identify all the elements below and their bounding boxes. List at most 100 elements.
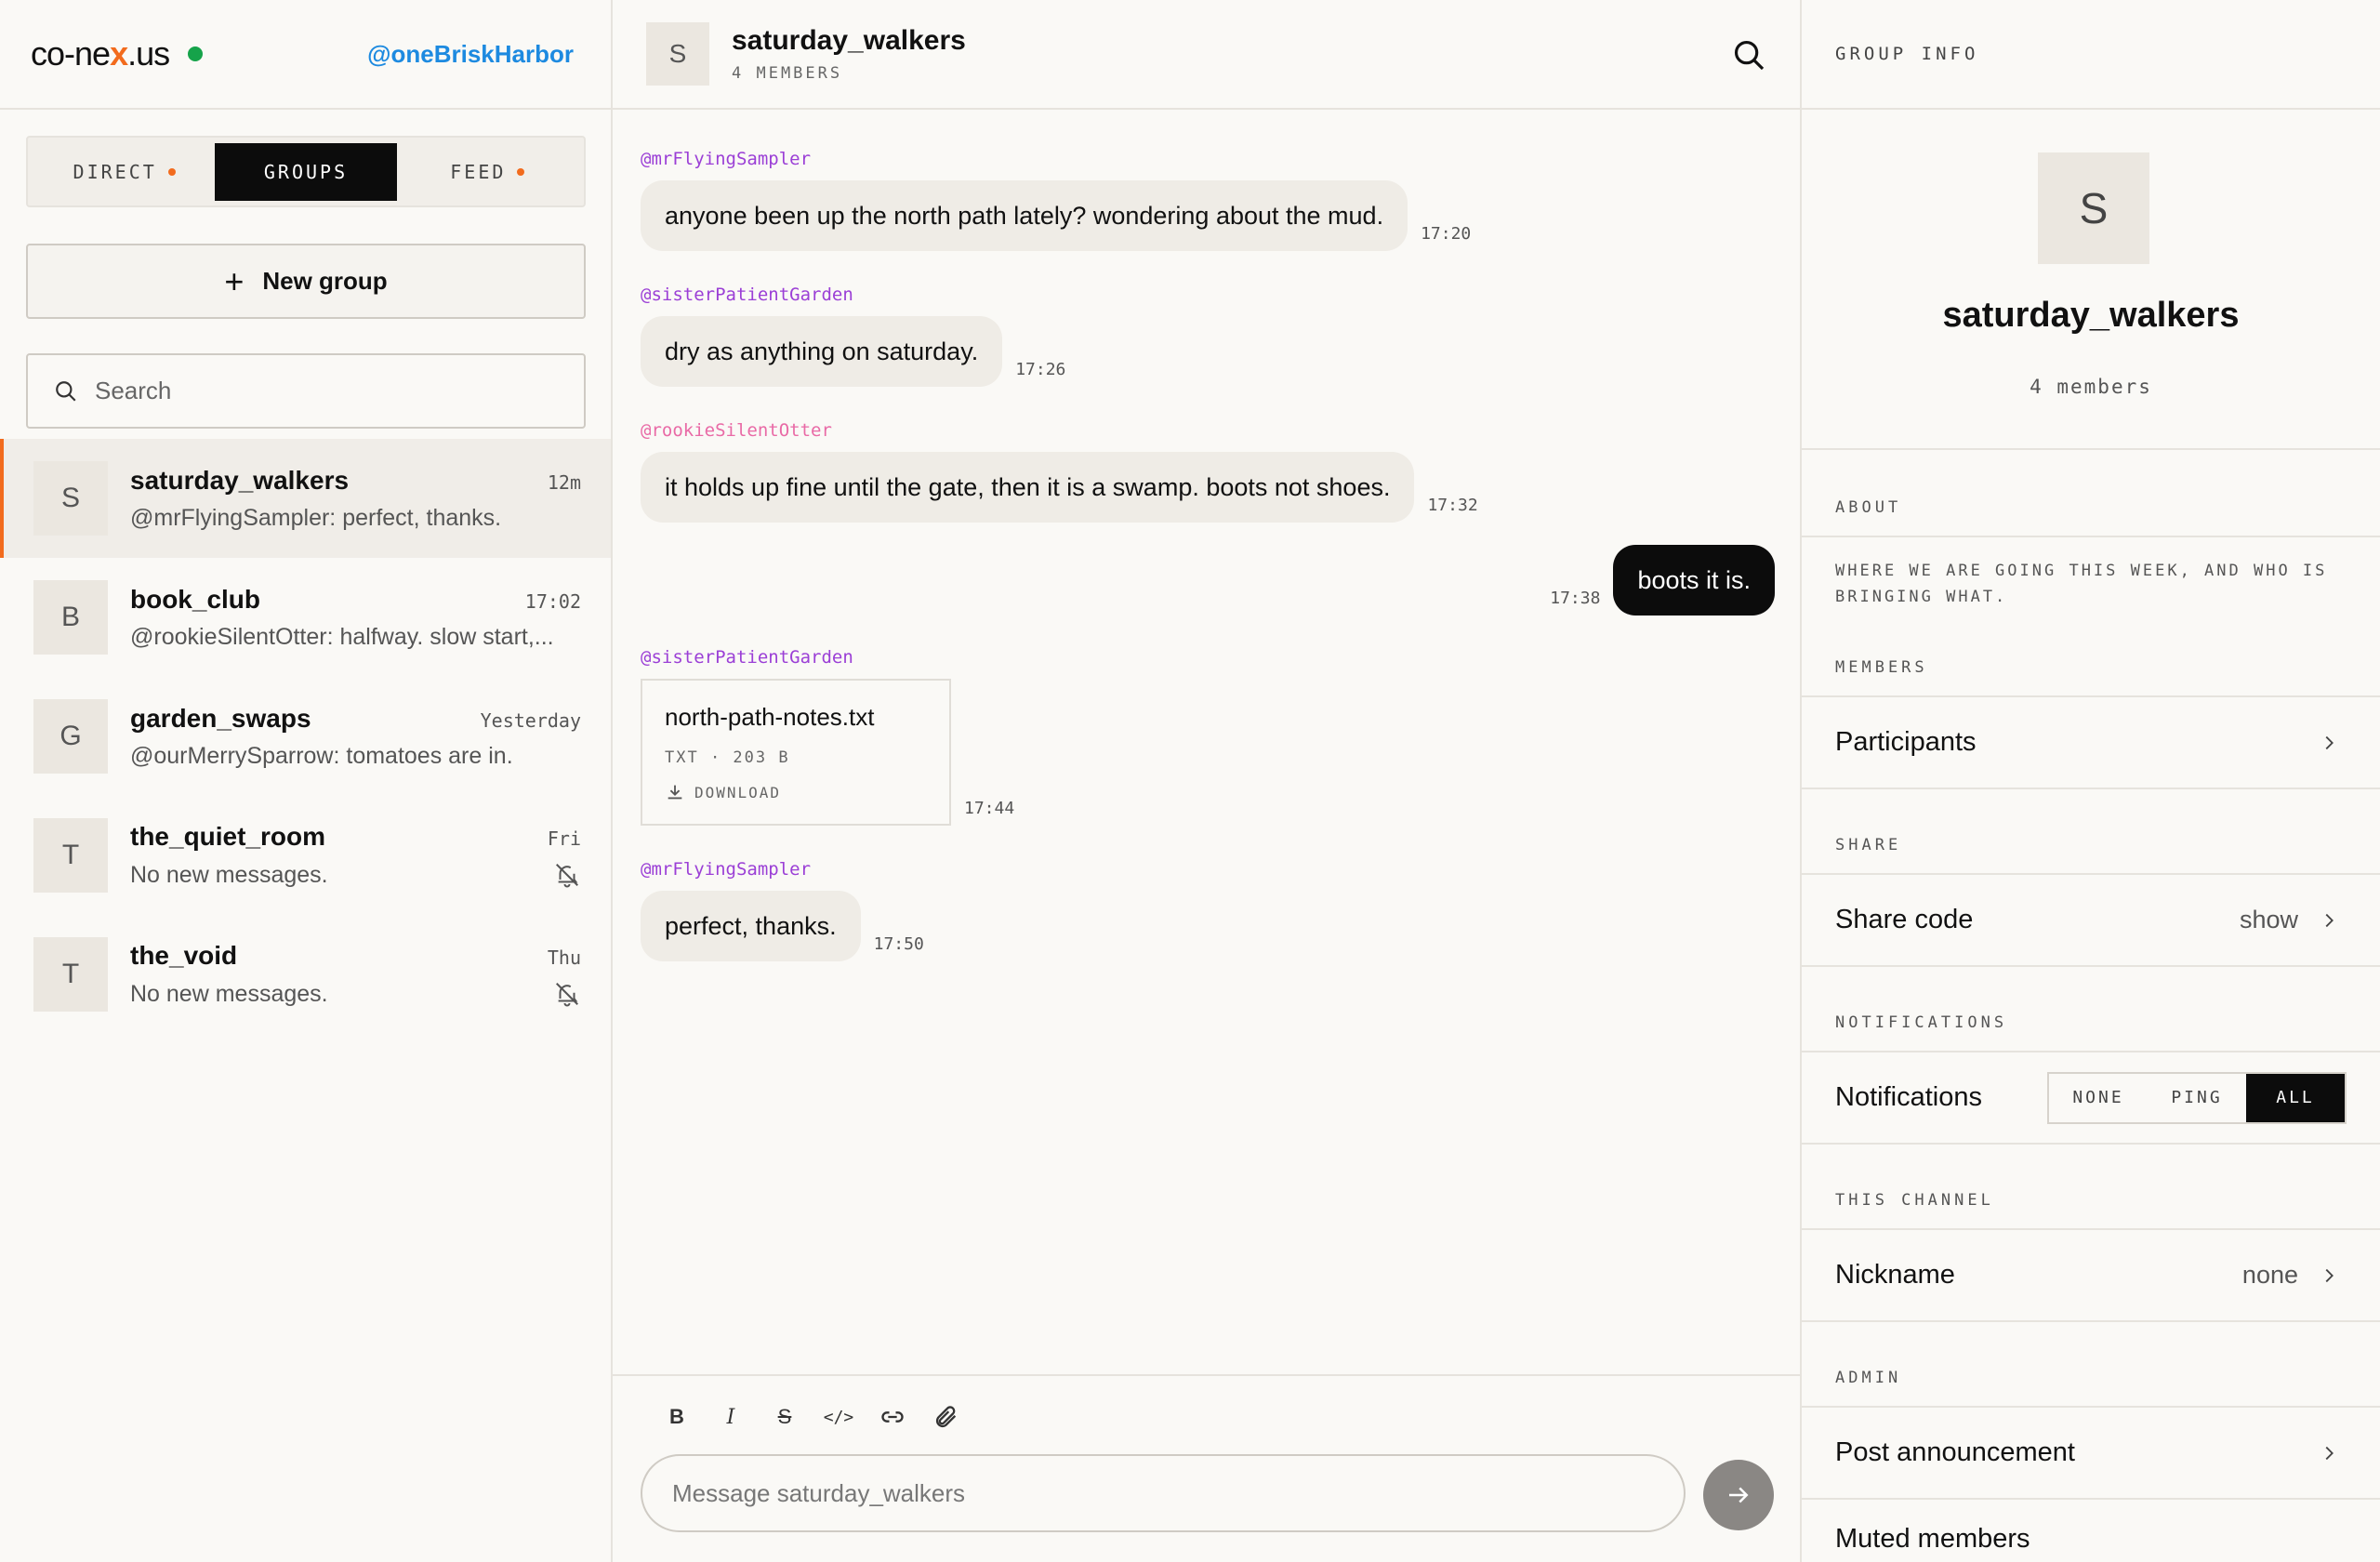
message-author[interactable]: @mrFlyingSampler	[641, 149, 1471, 169]
file-name: north-path-notes.txt	[665, 703, 875, 731]
conversation-preview: No new messages.	[130, 980, 328, 1007]
conversation-name: book_club	[130, 584, 261, 614]
chevron-right-icon	[2325, 735, 2334, 749]
tab-direct[interactable]: DIRECT	[33, 143, 215, 201]
message-bubble: dry as anything on saturday.	[641, 316, 1003, 387]
message: @sisterPatientGarden north-path-notes.tx…	[641, 647, 1014, 826]
search-input[interactable]	[95, 377, 541, 405]
sidebar: co-ne x .us @oneBriskHarbor DIRECT GROUPS …	[0, 0, 613, 1562]
message: @mrFlyingSampler perfect, thanks. 17:50	[641, 859, 924, 961]
conversation-item[interactable]: B book_club 17:02 @rookieSilentOtter: hal…	[0, 558, 611, 677]
bold-button[interactable]: B	[650, 1398, 704, 1436]
own-message: 17:38 boots it is.	[1550, 545, 1775, 616]
message-time: 17:32	[1427, 496, 1478, 515]
message-author[interactable]: @sisterPatientGarden	[641, 647, 1014, 668]
conversation-name: garden_swaps	[130, 703, 311, 733]
logo-prefix: co-ne	[31, 34, 111, 73]
chat-avatar: S	[646, 22, 709, 86]
conversation-item[interactable]: T the_quiet_room Fri No new messages.	[0, 796, 611, 915]
group-avatar: T	[33, 937, 108, 1012]
message: @sisterPatientGarden dry as anything on …	[641, 285, 1065, 387]
message-input[interactable]	[641, 1454, 1686, 1532]
message-author[interactable]: @mrFlyingSampler	[641, 859, 924, 880]
conversation-preview: @ourMerrySparrow: tomatoes are in.	[130, 742, 513, 769]
search-box[interactable]	[26, 353, 586, 429]
about-label: ABOUT	[1802, 450, 2380, 537]
search-icon	[56, 380, 76, 402]
group-avatar: S	[33, 461, 108, 536]
notification-level-selector: NONE PING ALL	[2047, 1071, 2347, 1124]
group-info-title: saturday_walkers	[1942, 296, 2240, 335]
conversation-name: saturday_walkers	[130, 465, 350, 495]
conversation-time: Thu	[547, 946, 581, 969]
link-button[interactable]	[866, 1398, 919, 1436]
notifications-row-label: Notifications	[1835, 1082, 1982, 1112]
paperclip-icon	[935, 1406, 957, 1428]
tab-groups[interactable]: GROUPS	[215, 142, 397, 201]
notif-option-ping[interactable]: PING	[2148, 1074, 2246, 1122]
post-announcement-row[interactable]: Post announcement	[1802, 1408, 2380, 1500]
message-bubble: boots it is.	[1613, 545, 1775, 616]
message-bubble: perfect, thanks.	[641, 891, 861, 961]
message-author[interactable]: @sisterPatientGarden	[641, 285, 1065, 305]
online-status-dot	[188, 46, 204, 61]
message-time: 17:26	[1015, 360, 1066, 379]
message-time: 17:44	[964, 799, 1015, 818]
message-bubble: it holds up fine until the gate, then it…	[641, 452, 1415, 523]
notif-option-none[interactable]: NONE	[2049, 1074, 2148, 1122]
bell-off-icon	[556, 983, 578, 1007]
group-avatar: T	[33, 818, 108, 893]
conversation-time: 12m	[547, 470, 581, 494]
chat-header: S saturday_walkers 4 MEMBERS	[613, 0, 1800, 110]
conversation-preview: @rookieSilentOtter: halfway. slow start,…	[130, 623, 554, 650]
app-logo[interactable]: co-ne x .us	[31, 34, 204, 73]
conversation-item[interactable]: G garden_swaps Yesterday @ourMerrySparrow…	[0, 677, 611, 796]
members-label: MEMBERS	[1802, 638, 2380, 697]
composer: B I S </>	[613, 1374, 1800, 1562]
share-code-row[interactable]: Share code show	[1802, 875, 2380, 967]
participants-label: Participants	[1835, 727, 1977, 757]
notifications-label: NOTIFICATIONS	[1802, 967, 2380, 1052]
group-info-header: GROUP INFO	[1802, 0, 2380, 110]
attach-button[interactable]	[919, 1398, 973, 1436]
admin-label: ADMIN	[1802, 1322, 2380, 1408]
message-time: 17:50	[873, 934, 924, 954]
message: @rookieSilentOtter it holds up fine unti…	[641, 420, 1478, 523]
conversation-name: the_void	[130, 941, 238, 970]
file-meta: TXT · 203 B	[665, 748, 790, 767]
code-button[interactable]: </>	[812, 1398, 866, 1436]
file-attachment[interactable]: north-path-notes.txt TXT · 203 B DOWNLOA…	[641, 679, 951, 826]
nickname-value: none	[2241, 1261, 2298, 1289]
conversation-time: Fri	[547, 827, 581, 850]
link-icon	[881, 1411, 904, 1423]
download-button[interactable]: DOWNLOAD	[665, 782, 927, 802]
message-bubble: anyone been up the north path lately? wo…	[641, 180, 1408, 251]
conversation-time: Yesterday	[480, 708, 581, 732]
chevron-right-icon	[2325, 1268, 2334, 1282]
message-time: 17:38	[1550, 589, 1601, 608]
muted-members-row[interactable]: Muted members	[1802, 1500, 2380, 1562]
group-info-avatar: S	[2038, 152, 2149, 264]
send-button[interactable]	[1703, 1460, 1774, 1530]
new-group-label: New group	[262, 267, 388, 295]
strikethrough-button[interactable]: S	[758, 1398, 812, 1436]
conversation-name: the_quiet_room	[130, 822, 326, 851]
share-code-label: Share code	[1835, 905, 1974, 934]
new-group-button[interactable]: + New group	[26, 244, 586, 319]
italic-button[interactable]: I	[704, 1398, 758, 1436]
user-handle[interactable]: @oneBriskHarbor	[367, 40, 574, 69]
conversation-item[interactable]: S saturday_walkers 12m @mrFlyingSampler: …	[0, 439, 611, 558]
participants-row[interactable]: Participants	[1802, 697, 2380, 789]
chevron-right-icon	[2325, 1446, 2334, 1460]
sidebar-header: co-ne x .us @oneBriskHarbor	[0, 0, 611, 110]
conversation-preview: No new messages.	[130, 861, 328, 888]
group-info-panel: GROUP INFO S saturday_walkers 4 members …	[1800, 0, 2380, 1562]
search-icon[interactable]	[1731, 37, 1766, 73]
notif-option-all[interactable]: ALL	[2246, 1073, 2345, 1122]
tab-feed[interactable]: FEED	[397, 143, 578, 201]
message-author[interactable]: @rookieSilentOtter	[641, 420, 1478, 441]
message: @mrFlyingSampler anyone been up the nort…	[641, 149, 1471, 251]
nickname-row[interactable]: Nickname none	[1802, 1230, 2380, 1322]
section-tabs: DIRECT GROUPS FEED	[26, 136, 586, 207]
conversation-item[interactable]: T the_void Thu No new messages.	[0, 915, 611, 1034]
